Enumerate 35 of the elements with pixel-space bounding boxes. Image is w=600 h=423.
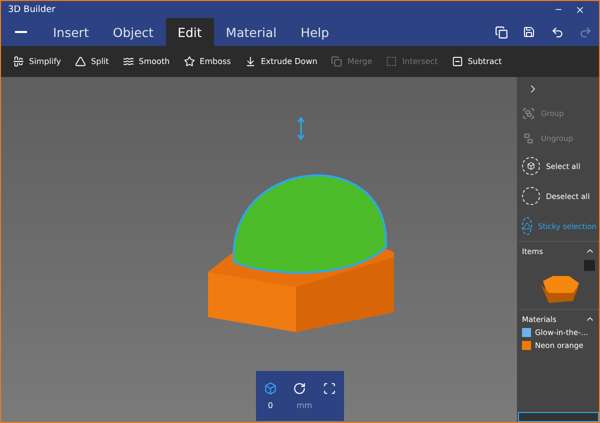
move-icon[interactable] [264, 382, 278, 395]
wave-icon [122, 56, 134, 67]
tool-button[interactable]: Smooth [116, 53, 176, 70]
menu-tab[interactable]: Insert [41, 18, 101, 46]
tool-button[interactable]: Simplify [7, 53, 68, 70]
menu-tab[interactable]: Help [288, 18, 342, 46]
unit-label: mm [296, 401, 312, 410]
scale-icon[interactable] [322, 382, 336, 395]
close-icon [575, 4, 585, 14]
input-field[interactable] [518, 412, 599, 422]
window-title: 3D Builder [8, 4, 56, 14]
triangle-icon [523, 222, 531, 230]
tool-button[interactable]: Subtract [446, 53, 508, 70]
material-swatch[interactable] [522, 341, 531, 350]
cube-icon [527, 162, 535, 170]
dark-square-icon [584, 260, 595, 271]
menu-tab[interactable]: Material [214, 18, 289, 46]
triangle-icon [75, 56, 86, 67]
dashed-circle-icon [522, 187, 540, 205]
tool-button[interactable]: Extrude Down [238, 53, 324, 70]
dashed-square-icon [386, 56, 398, 67]
menu-tab[interactable]: Edit [166, 18, 214, 46]
tool-button[interactable]: Split [69, 53, 115, 70]
square-minus-icon [452, 56, 463, 67]
group-icon [522, 107, 535, 120]
offset-value: 0 [268, 401, 273, 410]
arrow-down-line-icon [244, 56, 256, 67]
rotate-icon[interactable] [293, 382, 306, 395]
material-swatch[interactable] [522, 328, 531, 337]
ungroup-icon [522, 132, 535, 145]
align-center-icon [13, 56, 24, 67]
star-icon [184, 56, 195, 67]
stacked-squares-icon [331, 56, 342, 67]
tool-button[interactable]: Emboss [178, 53, 237, 70]
menu-tab[interactable]: Object [100, 18, 166, 46]
